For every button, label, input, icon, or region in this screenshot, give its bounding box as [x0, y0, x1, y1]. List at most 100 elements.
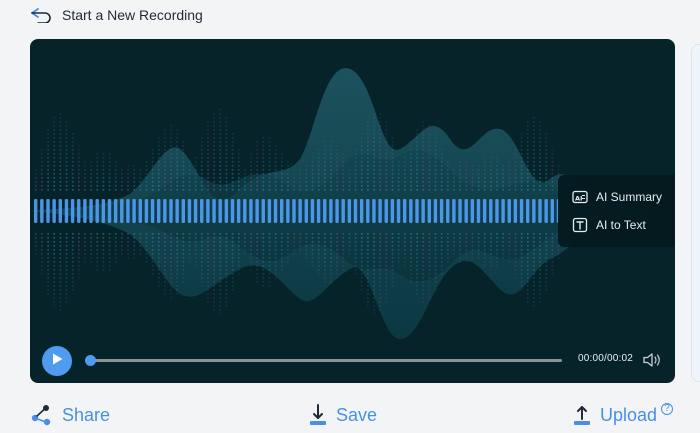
wave-dot	[348, 189, 351, 191]
wave-dot	[545, 141, 548, 143]
wave-dot	[281, 153, 283, 155]
wave-dot	[65, 157, 68, 159]
wave-dot	[342, 253, 345, 255]
wave-dot	[231, 189, 234, 191]
wave-dot	[330, 177, 332, 179]
wave-dot	[391, 177, 394, 179]
wave-dot	[311, 249, 314, 251]
wave-dot	[244, 241, 246, 243]
wave-dot	[422, 301, 425, 303]
wave-dot	[207, 121, 209, 123]
wave-dot	[102, 249, 105, 251]
wave-dot	[213, 269, 215, 271]
wave-dot	[539, 185, 541, 187]
ai-summary-button[interactable]: AI AI Summary	[572, 188, 675, 206]
wave-dot	[342, 189, 345, 191]
wave-dot	[164, 281, 166, 283]
wave-dot	[53, 125, 56, 127]
wave-dot	[336, 237, 338, 239]
share-button[interactable]: Share	[30, 404, 110, 426]
wave-dot	[440, 273, 443, 275]
start-new-recording-link[interactable]: Start a New Recording	[30, 5, 203, 25]
wave-dot	[47, 181, 49, 183]
wave-dot	[397, 165, 400, 167]
wave-dot	[71, 277, 74, 279]
wave-dot	[428, 293, 431, 295]
wave-dot	[84, 245, 86, 247]
wave-dot	[213, 273, 215, 275]
help-icon[interactable]: ?	[661, 403, 674, 415]
wave-dot	[385, 161, 388, 163]
wave-dot	[176, 149, 179, 151]
wave-dot	[158, 237, 160, 239]
wave-dot	[367, 305, 369, 307]
wave-bar	[439, 199, 444, 223]
wave-dot	[59, 273, 62, 275]
wave-dot	[514, 157, 517, 159]
wave-dot	[207, 137, 209, 139]
wave-dot	[514, 153, 517, 155]
wave-bar	[550, 199, 554, 223]
wave-dot	[410, 273, 412, 275]
wave-dot	[447, 233, 449, 235]
wave-dot	[158, 285, 160, 287]
wave-dot	[483, 165, 486, 167]
wave-dot	[225, 177, 228, 179]
wave-dot	[59, 165, 62, 167]
play-button[interactable]	[42, 346, 72, 376]
wave-dot	[428, 141, 431, 143]
wave-dot	[151, 233, 154, 235]
wave-dot	[262, 265, 265, 267]
wave-bar	[507, 199, 511, 223]
ai-to-text-button[interactable]: AI to Text	[572, 216, 675, 234]
wave-dot	[225, 301, 228, 303]
wave-dot	[428, 277, 431, 279]
wave-dot	[342, 269, 345, 271]
wave-bar	[144, 199, 149, 223]
wave-dot	[108, 157, 111, 159]
progress-handle[interactable]	[85, 355, 96, 366]
wave-dot	[53, 169, 56, 171]
wave-dot	[465, 257, 468, 259]
wave-dot	[373, 241, 375, 243]
wave-dot	[47, 273, 49, 275]
wave-dot	[354, 157, 357, 159]
wave-dot	[514, 249, 517, 251]
wave-dot	[317, 169, 320, 171]
player-controls: 00:00/00:02	[30, 339, 675, 383]
wave-dot	[330, 141, 332, 143]
wave-bar	[359, 199, 364, 223]
wave-dot	[158, 241, 160, 243]
wave-dot	[164, 261, 166, 263]
wave-dot	[108, 265, 111, 267]
wave-dot	[533, 149, 535, 151]
wave-dot	[299, 237, 302, 239]
wave-dot	[330, 173, 332, 175]
save-button[interactable]: Save	[308, 404, 377, 426]
wave-dot	[324, 281, 326, 283]
wave-dot	[114, 237, 117, 239]
wave-dot	[78, 157, 80, 159]
wave-dot	[201, 269, 203, 271]
wave-dot	[465, 181, 468, 183]
wave-dot	[428, 257, 431, 259]
wave-dot	[213, 181, 215, 183]
wave-dot	[188, 245, 191, 247]
wave-dot	[213, 265, 215, 267]
upload-button[interactable]: Upload ?	[572, 403, 674, 426]
wave-dot	[551, 157, 554, 159]
wave-dot	[231, 269, 234, 271]
wave-dot	[274, 145, 277, 147]
wave-dot	[373, 169, 375, 171]
wave-dot	[428, 177, 431, 179]
wave-dot	[428, 165, 431, 167]
wave-bar	[489, 199, 493, 223]
volume-icon[interactable]	[642, 351, 662, 374]
wave-dot	[410, 233, 412, 235]
wave-dot	[53, 165, 56, 167]
wave-dot	[164, 237, 166, 239]
wave-dot	[274, 161, 277, 163]
wave-dot	[41, 257, 43, 259]
progress-bar[interactable]	[85, 355, 562, 366]
wave-dot	[428, 137, 431, 139]
